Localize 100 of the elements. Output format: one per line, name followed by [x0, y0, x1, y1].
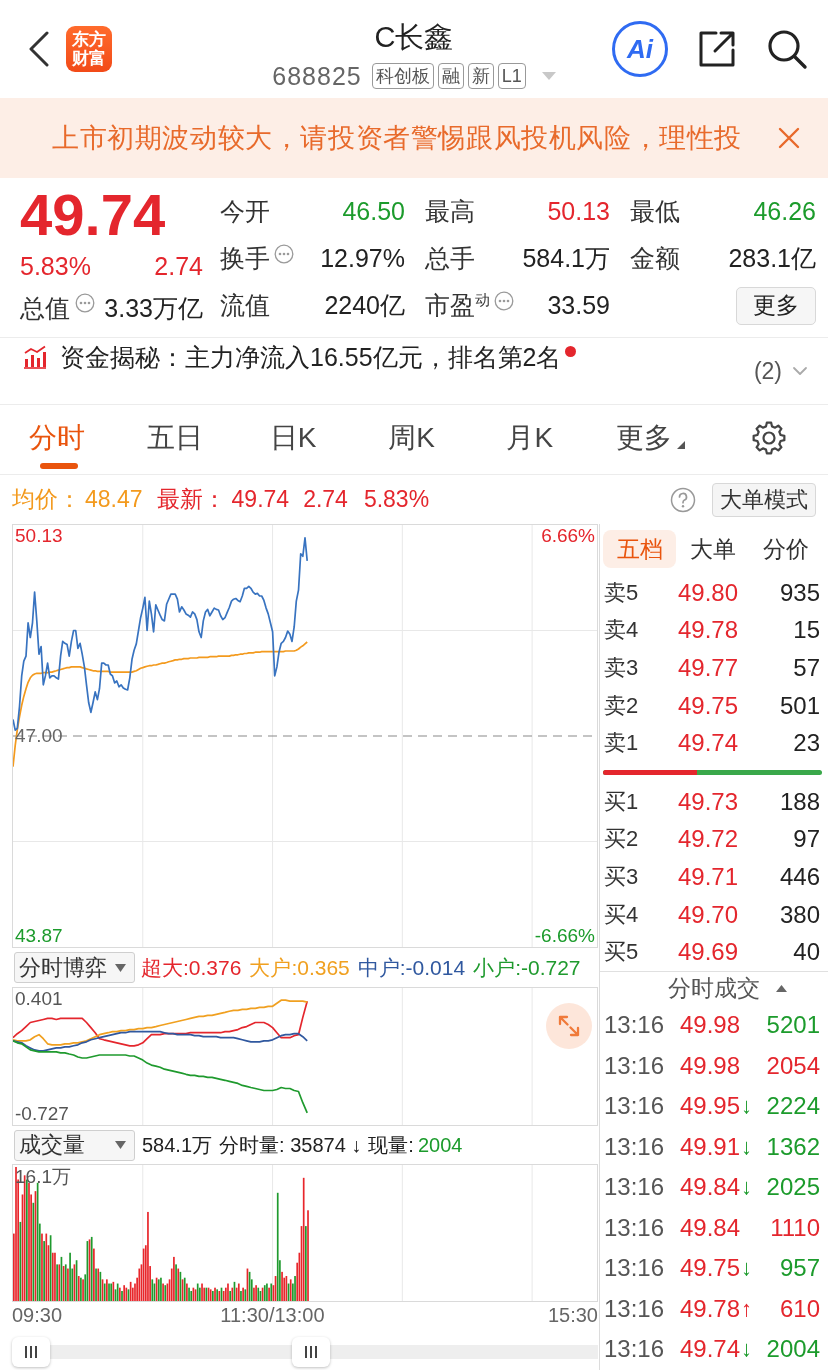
- latest-change-percent: 5.83%: [363, 486, 430, 513]
- trade-price: 49.98: [680, 1011, 741, 1040]
- order-book-tab[interactable]: 分价: [749, 530, 822, 568]
- order-price: 49.72: [677, 825, 739, 854]
- trade-volume: 1110: [770, 1213, 820, 1242]
- minute-volume-text: 分时量: 35874 ↓: [219, 1132, 362, 1158]
- stock-tag: 科创板: [371, 63, 434, 89]
- more-info-icon[interactable]: [274, 243, 294, 264]
- large-order-mode-button[interactable]: 大单模式: [712, 482, 816, 517]
- ai-button[interactable]: Ai: [612, 21, 668, 77]
- order-level-label: 买4: [604, 900, 640, 929]
- order-level-label: 卖4: [604, 616, 640, 645]
- change-amount: 2.74: [154, 251, 203, 281]
- section-title: 分时成交: [668, 973, 760, 1003]
- trade-time: 13:16: [604, 1051, 666, 1080]
- stat-label: 市盈$^{动}$: [425, 289, 490, 321]
- close-icon[interactable]: [778, 127, 800, 149]
- stat-value: 584.1万: [522, 243, 610, 274]
- app-logo: 东方 财富: [66, 26, 112, 72]
- legend-label: 中户:-0.014: [357, 954, 466, 981]
- grip-icon: [302, 1344, 319, 1360]
- time-axis-label: 09:30: [12, 1304, 63, 1327]
- expand-icon[interactable]: [546, 1003, 592, 1049]
- stat-value: 12.97%: [320, 244, 405, 273]
- order-level-label: 买3: [604, 862, 640, 891]
- order-volume: 380: [779, 900, 820, 929]
- order-price: 49.77: [677, 654, 739, 682]
- stat-value: 3.33万亿: [104, 292, 203, 324]
- trade-volume: 2054: [766, 1051, 820, 1080]
- order-price: 49.78: [677, 616, 739, 645]
- stock-code: 688825: [272, 61, 362, 91]
- order-volume: 23: [793, 729, 820, 758]
- axis-label: 50.13: [15, 524, 63, 547]
- stat-label: 金额: [630, 243, 680, 274]
- order-volume: 188: [779, 787, 820, 816]
- order-volume: 97: [793, 825, 820, 854]
- chevron-down-icon[interactable]: [792, 366, 808, 376]
- legend-label: 超大:0.376: [141, 954, 242, 981]
- order-level-label: 卖5: [604, 578, 640, 607]
- range-handle[interactable]: [12, 1337, 50, 1367]
- trade-price: 49.95: [680, 1092, 741, 1121]
- direction-arrow: ↓: [741, 1336, 753, 1363]
- stat-label: 换手: [220, 243, 270, 274]
- chart-tab[interactable]: 分时: [28, 420, 90, 469]
- order-book-tab[interactable]: 大单: [676, 530, 749, 568]
- order-price: 49.71: [677, 862, 739, 891]
- order-price: 49.75: [677, 691, 739, 720]
- trade-volume: 1362: [766, 1132, 820, 1161]
- chart-tab[interactable]: 日K: [269, 420, 322, 469]
- more-info-icon[interactable]: [75, 293, 95, 313]
- total-volume-text: 584.1万: [142, 1132, 213, 1158]
- stock-title: C长鑫: [374, 20, 454, 55]
- line-series: [13, 1030, 309, 1052]
- caret-icon: [115, 1141, 126, 1149]
- chart-tab[interactable]: 周K: [388, 420, 440, 469]
- direction-arrow: ↓: [741, 1174, 753, 1201]
- more-button[interactable]: 更多: [736, 286, 816, 325]
- average-price-label: 均价：: [12, 485, 81, 514]
- help-icon[interactable]: [670, 486, 696, 513]
- trade-price: 49.78: [680, 1294, 741, 1323]
- trade-time: 13:16: [604, 1294, 666, 1323]
- stat-value: 283.1亿: [728, 243, 816, 274]
- direction-arrow: ↑: [741, 1295, 753, 1322]
- capital-flow-text[interactable]: 资金揭秘：主力净流入16.55亿元，排名第2名: [60, 340, 562, 374]
- stat-label: 最低: [630, 196, 680, 227]
- order-price: 49.73: [677, 787, 739, 816]
- chart-tab[interactable]: 五日: [146, 420, 208, 469]
- caret-icon: [115, 963, 126, 972]
- order-level-label: 买1: [604, 787, 640, 816]
- order-price: 49.70: [677, 900, 739, 929]
- trade-volume: 2025: [766, 1173, 820, 1202]
- caret-icon[interactable]: [776, 984, 787, 992]
- back-icon[interactable]: [28, 31, 50, 67]
- stat-value: 50.13: [547, 197, 610, 226]
- order-price: 49.74: [677, 729, 739, 758]
- indicator-dropdown[interactable]: 分时博弈: [14, 952, 135, 983]
- stat-value: 46.50: [342, 197, 405, 226]
- order-volume: 57: [793, 654, 820, 682]
- order-price: 49.80: [677, 578, 739, 607]
- chart-tab[interactable]: 更多: [616, 420, 686, 469]
- trade-time: 13:16: [604, 1213, 666, 1242]
- stat-label: 总值: [20, 292, 70, 324]
- stat-value: 33.59: [547, 291, 610, 320]
- trade-price: 49.75: [680, 1254, 741, 1283]
- stat-label: 流值: [220, 290, 270, 321]
- time-axis-label: 15:30: [547, 1304, 598, 1327]
- settings-icon[interactable]: [751, 420, 786, 455]
- stat-label: 总手: [425, 243, 475, 274]
- time-axis-label: 11:30/13:00: [220, 1304, 325, 1327]
- latest-price-value: 49.74: [231, 486, 290, 513]
- trade-volume: 957: [779, 1254, 820, 1283]
- chart-tab[interactable]: 月K: [506, 420, 559, 469]
- indicator-dropdown[interactable]: 成交量: [14, 1129, 135, 1161]
- percent-axis-label: -6.66%: [534, 925, 595, 947]
- search-icon[interactable]: [766, 28, 808, 70]
- stock-tag: 融: [437, 63, 464, 89]
- more-info-icon[interactable]: [494, 290, 514, 311]
- legend-label: 大户:0.365: [249, 954, 350, 981]
- range-handle[interactable]: [291, 1337, 330, 1367]
- trade-volume: 5201: [766, 1011, 820, 1040]
